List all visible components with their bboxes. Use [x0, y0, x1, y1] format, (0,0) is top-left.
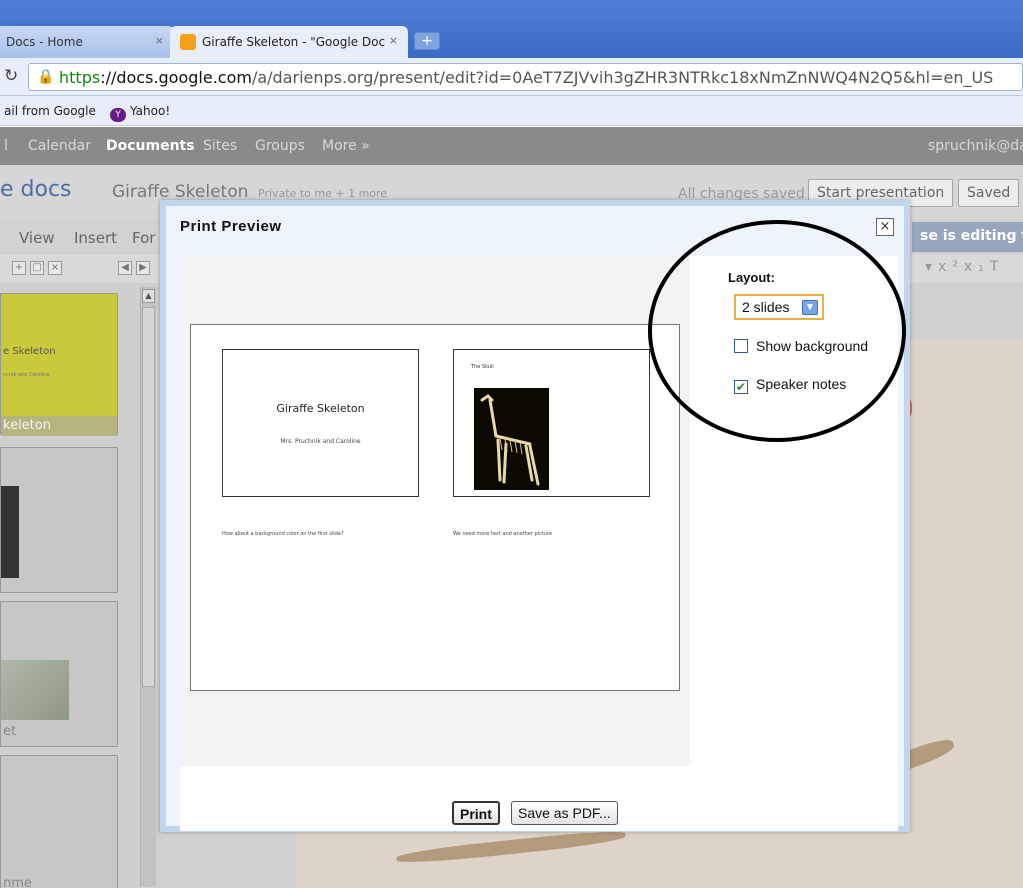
thumb-subtitle: nchik and Caroline	[3, 372, 50, 378]
docs-logo[interactable]: e docs	[0, 177, 72, 202]
screen: Docs - Home × Giraffe Skeleton - "Google…	[0, 0, 1023, 888]
preview-slide-2: The Skull	[453, 349, 650, 497]
print-preview-area: Giraffe Skeleton Mrs. Pruchnik and Carol…	[180, 256, 690, 766]
duplicate-slide-icon[interactable]: □	[30, 261, 44, 275]
tab-label: Giraffe Skeleton - "Google Doc	[202, 35, 386, 49]
google-bar: l Calendar Documents Sites Groups More »…	[0, 127, 1023, 165]
gbar-documents[interactable]: Documents	[106, 138, 195, 154]
slide-thumbnail-1[interactable]: e Skeleton nchik and Caroline keleton	[0, 293, 118, 436]
thumbnail-scrollbar[interactable]: ▲	[140, 287, 156, 887]
dialog-buttons: Print Save as PDF...	[180, 801, 898, 831]
speaker-note-2: We need more text and another picture	[453, 531, 553, 537]
annotation-circle	[648, 220, 906, 442]
tab-close-icon[interactable]: ×	[389, 34, 398, 47]
thumb-label: keleton	[1, 416, 117, 436]
tab-close-icon[interactable]: ×	[155, 34, 164, 47]
menu-view[interactable]: View	[19, 229, 55, 247]
format-icons[interactable]: ▾x²x₁T	[925, 259, 1004, 275]
tab-label: Docs - Home	[6, 35, 83, 49]
thumb-label: nme	[3, 876, 32, 888]
thumb-image	[1, 660, 69, 720]
bookmark-gmail[interactable]: ail from Google	[4, 104, 96, 118]
url-field[interactable]: 🔒 https://docs.google.com/a/darienps.org…	[28, 63, 1023, 91]
sharing-status[interactable]: Private to me + 1 more	[258, 187, 387, 200]
reload-icon[interactable]: ↻	[4, 66, 18, 86]
document-title[interactable]: Giraffe Skeleton	[112, 182, 248, 202]
menu-format[interactable]: For	[132, 229, 155, 247]
bookmarks-bar: ail from Google Y Yahoo!	[0, 96, 1023, 126]
slide-thumbnail-4[interactable]: nme	[0, 755, 118, 888]
skeleton-bone-image	[395, 828, 627, 866]
scroll-up-icon[interactable]: ▲	[142, 289, 155, 303]
slide-thumbnail-3[interactable]: et	[0, 601, 118, 747]
docs-favicon-icon	[180, 34, 196, 50]
gbar-item[interactable]: l	[4, 138, 8, 154]
browser-tabstrip: Docs - Home × Giraffe Skeleton - "Google…	[0, 0, 1023, 62]
preview-slide-1: Giraffe Skeleton Mrs. Pruchnik and Carol…	[222, 349, 419, 497]
bookmark-yahoo[interactable]: Y Yahoo!	[110, 104, 170, 122]
print-button[interactable]: Print	[452, 801, 500, 825]
saved-button[interactable]: Saved	[958, 179, 1020, 207]
preview-slide-title: Giraffe Skeleton	[276, 402, 365, 415]
gbar-sites[interactable]: Sites	[203, 138, 237, 154]
move-up-icon[interactable]: ◀	[118, 261, 132, 275]
thumb-label: et	[3, 724, 17, 739]
speaker-note-1: How about a background color on the firs…	[222, 531, 344, 537]
yahoo-icon: Y	[110, 108, 126, 122]
tab-giraffe-skeleton[interactable]: Giraffe Skeleton - "Google Doc ×	[170, 26, 408, 58]
tab-docs-home[interactable]: Docs - Home ×	[0, 26, 174, 58]
thumb-title: e Skeleton	[3, 346, 56, 357]
close-icon[interactable]: ×	[876, 218, 894, 236]
menu-insert[interactable]: Insert	[74, 229, 117, 247]
dialog-title: Print Preview	[180, 218, 282, 235]
collaborator-editing-notice: se is editing th	[912, 222, 1023, 252]
giraffe-skeleton-image	[474, 388, 549, 490]
delete-slide-icon[interactable]: ×	[48, 261, 62, 275]
preview-page: Giraffe Skeleton Mrs. Pruchnik and Carol…	[190, 324, 680, 691]
lock-icon: 🔒	[37, 69, 55, 85]
slide-thumbnail-panel: e Skeleton nchik and Caroline keleton et…	[0, 283, 160, 888]
url-text: https://docs.google.com/a/darienps.org/p…	[59, 68, 994, 87]
address-bar-row: ↻ 🔒 https://docs.google.com/a/darienps.o…	[0, 58, 1023, 96]
gbar-more[interactable]: More »	[322, 138, 370, 154]
skull-thumb-image	[1, 486, 19, 578]
gbar-calendar[interactable]: Calendar	[28, 138, 91, 154]
gbar-groups[interactable]: Groups	[255, 138, 305, 154]
user-email[interactable]: spruchnik@da	[928, 138, 1023, 154]
add-slide-icon[interactable]: +	[12, 261, 26, 275]
new-tab-button[interactable]: +	[414, 32, 440, 50]
slide-thumbnail-2[interactable]	[0, 447, 118, 593]
move-down-icon[interactable]: ▶	[136, 261, 150, 275]
save-as-pdf-button[interactable]: Save as PDF...	[511, 801, 618, 825]
scrollbar-thumb[interactable]	[142, 307, 155, 687]
preview-slide-subtitle: Mrs. Pruchnik and Caroline	[280, 438, 361, 445]
preview-slide-title: The Skull	[471, 364, 494, 370]
